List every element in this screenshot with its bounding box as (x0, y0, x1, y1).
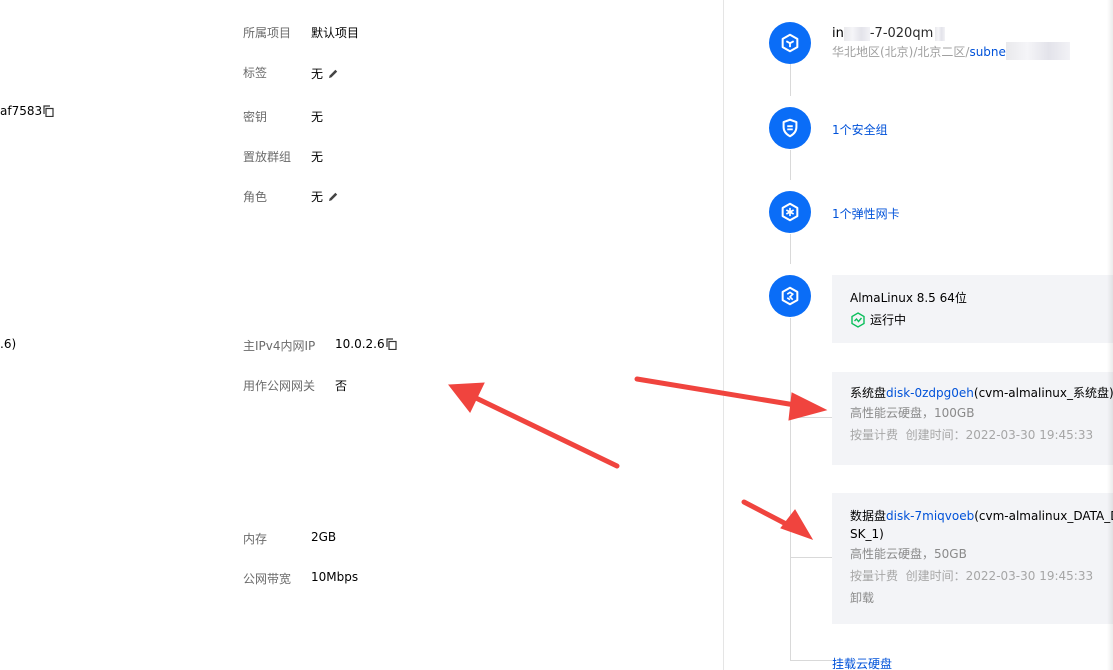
system-disk-billing: 按量计费 (850, 428, 899, 442)
copy-icon[interactable] (386, 338, 397, 351)
memory-value: 2GB (311, 530, 337, 544)
running-status-icon (851, 311, 865, 328)
data-disk-name-line1: (cvm-almalinux_DATA_DI (974, 509, 1113, 523)
tags-value-group: 无 (311, 65, 339, 82)
vpc-name-suffix: -7-020qm (869, 26, 934, 41)
keys-label: 密钥 (243, 110, 268, 124)
os-card: AlmaLinux 8.5 64位 运行中 (832, 275, 1113, 343)
annotation-arrow-data-disk-head (780, 509, 814, 540)
eni-link[interactable]: 1个弹性网卡 (832, 205, 900, 222)
ip-fragment: .6) (0, 337, 17, 351)
system-disk-id-link[interactable]: disk-0zdpg0eh (886, 386, 974, 400)
vpc-region-text: 华北地区(北京)/北京二区/ (832, 45, 970, 59)
vpc-name[interactable]: in -7-020qm (832, 26, 946, 41)
bandwidth-value: 10Mbps (311, 570, 359, 584)
annotation-arrow-system-disk-head (788, 392, 828, 421)
scroll-edge-shadow (1107, 0, 1113, 670)
vpc-cube-icon (769, 22, 811, 64)
connector-line (790, 234, 791, 264)
data-disk-type: 高性能云硬盘，50GB (850, 547, 967, 561)
system-disk-name: (cvm-almalinux_系统盘) (973, 386, 1113, 400)
data-disk-card: 数据盘disk-7miqvoeb(cvm-almalinux_DATA_DI S… (832, 493, 1113, 624)
system-disk-card: 系统盘disk-0zdpg0eh(cvm-almalinux_系统盘) 高性能云… (832, 372, 1113, 465)
system-disk-prefix: 系统盘 (850, 386, 887, 400)
unmount-link[interactable]: 卸载 (850, 587, 1113, 609)
project-value: 默认项目 (311, 26, 360, 40)
connector-line (790, 150, 791, 180)
connector-line (790, 318, 791, 661)
copy-icon[interactable] (43, 105, 54, 118)
role-value: 无 (311, 190, 324, 204)
annotation-arrow-data-disk (741, 499, 793, 529)
data-disk-title: 数据盘disk-7miqvoeb(cvm-almalinux_DATA_DI (850, 507, 1113, 525)
instance-id-fragment: af7583 (0, 104, 54, 118)
status-text: 运行中 (870, 313, 907, 327)
redacted-block (843, 26, 870, 41)
status-badge: 运行中 (850, 311, 1113, 328)
instance-id-text: af7583 (0, 104, 43, 118)
shield-icon (769, 107, 811, 149)
subnet-link[interactable]: subne (969, 45, 1005, 59)
edit-icon[interactable] (327, 191, 339, 203)
edit-icon[interactable] (327, 68, 339, 80)
data-disk-prefix: 数据盘 (850, 509, 887, 523)
data-disk-id-link[interactable]: disk-7miqvoeb (886, 509, 974, 523)
vpc-name-prefix: in (832, 26, 844, 41)
placement-group-label: 置放群组 (243, 150, 292, 164)
annotation-arrow-left-head (448, 382, 485, 413)
annotation-arrow-system-disk (634, 376, 798, 408)
public-gateway-value: 否 (335, 379, 348, 393)
data-disk-meta: 按量计费 创建时间：2022-03-30 19:45:33 (850, 565, 1113, 587)
os-icon (769, 275, 811, 317)
public-gateway-label: 用作公网网关 (243, 379, 316, 393)
connector-line (790, 417, 832, 418)
role-label: 角色 (243, 190, 268, 204)
placement-group-value: 无 (311, 150, 324, 164)
bandwidth-label: 公网带宽 (243, 572, 292, 586)
tags-label: 标签 (243, 66, 268, 80)
project-label: 所属项目 (243, 26, 292, 40)
network-card-icon (769, 191, 811, 233)
vpc-region: 华北地区(北京)/北京二区/subne (832, 42, 1070, 60)
security-group-link[interactable]: 1个安全组 (832, 121, 888, 138)
mount-disk-link[interactable]: 挂载云硬盘 (832, 655, 892, 670)
tags-value: 无 (311, 67, 324, 81)
private-ip-label: 主IPv4内网IP (243, 339, 316, 353)
private-ip-value-group: 10.0.2.6 (335, 337, 397, 351)
private-ip-value: 10.0.2.6 (335, 337, 385, 351)
redacted-block (935, 26, 946, 41)
redacted-block (1005, 42, 1070, 60)
instance-detail-page: af7583 .6) 所属项目 默认项目 标签 无 密钥 无 置放群组 无 角色… (0, 0, 1113, 670)
system-disk-created: 创建时间：2022-03-30 19:45:33 (905, 428, 1094, 442)
system-disk-meta: 按量计费 创建时间：2022-03-30 19:45:33 (850, 424, 1113, 446)
connector-line (790, 64, 791, 96)
system-disk-title: 系统盘disk-0zdpg0eh(cvm-almalinux_系统盘) (850, 384, 1113, 402)
column-divider (723, 0, 724, 670)
connector-line (790, 557, 832, 558)
data-disk-name-line2: SK_1) (850, 527, 884, 541)
data-disk-created: 创建时间：2022-03-30 19:45:33 (905, 569, 1094, 583)
keys-value: 无 (311, 110, 324, 124)
data-disk-billing: 按量计费 (850, 569, 899, 583)
annotation-arrow-left (473, 395, 620, 469)
connector-line (790, 660, 832, 661)
system-disk-type: 高性能云硬盘，100GB (850, 406, 975, 420)
memory-label: 内存 (243, 532, 268, 546)
role-value-group: 无 (311, 188, 339, 205)
os-name: AlmaLinux 8.5 64位 (850, 291, 967, 305)
